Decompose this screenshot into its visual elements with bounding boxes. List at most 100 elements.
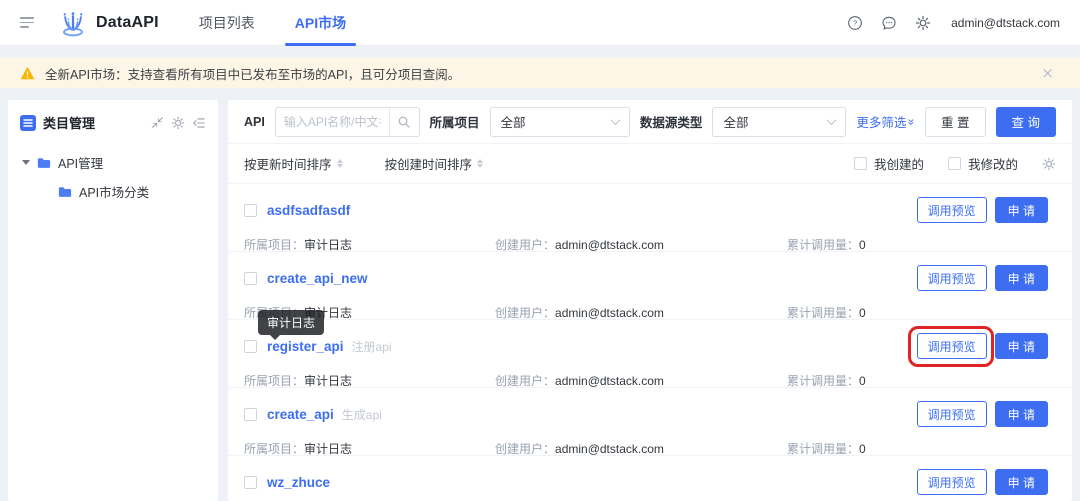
modified-by-me-checkbox[interactable] xyxy=(947,157,961,170)
apply-button[interactable]: 申 请 xyxy=(994,333,1048,359)
api-search-box xyxy=(274,106,420,137)
creator-meta-value: admin@dtstack.com xyxy=(555,238,664,252)
api-name-link[interactable]: create_api xyxy=(267,407,334,422)
sort-by-create-label: 按创建时间排序 xyxy=(384,158,473,172)
category-sidebar: 类目管理 API管理 API市场分类 xyxy=(8,100,218,501)
project-meta-value: 审计日志 xyxy=(304,442,353,456)
creator-meta-label: 创建用户： xyxy=(495,238,556,252)
api-row: create_api 生成api 调用预览 申 请 所属项目：审计日志 创建用户… xyxy=(228,388,1072,456)
row-checkbox[interactable] xyxy=(244,475,257,489)
menu-icon[interactable] xyxy=(20,14,36,31)
category-list-icon xyxy=(20,114,36,131)
apply-button[interactable]: 申 请 xyxy=(994,401,1048,427)
top-navbar: DataAPI 项目列表 API市场 ? admin@dtstack.com xyxy=(0,0,1080,46)
collapse-diagonal-icon[interactable] xyxy=(151,116,164,129)
row-checkbox[interactable] xyxy=(244,407,257,421)
creator-meta-label: 创建用户： xyxy=(495,374,556,388)
search-button[interactable] xyxy=(388,107,419,136)
sort-bar: 按更新时间排序 按创建时间排序 我创建的 我修改的 xyxy=(228,144,1072,184)
close-icon[interactable]: × xyxy=(1041,58,1054,88)
calls-meta-label: 累计调用量： xyxy=(787,238,860,252)
project-meta-value: 审计日志 xyxy=(304,238,353,252)
alert-text: 全新API市场：支持查看所有项目中已发布至市场的API，且可分项目查阅。 xyxy=(45,67,461,82)
creator-meta-value: admin@dtstack.com xyxy=(555,442,664,456)
row-checkbox[interactable] xyxy=(244,271,257,285)
creator-meta-label: 创建用户： xyxy=(495,442,556,456)
svg-text:?: ? xyxy=(853,18,857,27)
apply-button[interactable]: 申 请 xyxy=(994,469,1048,495)
help-icon[interactable]: ? xyxy=(847,15,863,31)
sidebar-gear-icon[interactable] xyxy=(171,116,185,130)
api-name-link[interactable]: create_api_new xyxy=(267,271,368,286)
api-market-main: API 所属项目 全部 数据源类型 全部 更 xyxy=(228,100,1072,501)
api-row: wz_zhuce 调用预览 申 请 所属项目：审计日志 创建用户：admin@d… xyxy=(228,456,1072,501)
settings-gear-icon[interactable] xyxy=(915,15,931,31)
tree-node-api-market-category[interactable]: API市场分类 xyxy=(56,177,206,206)
sidebar-title: 类目管理 xyxy=(43,116,96,131)
api-row: asdfsadfasdf 调用预览 申 请 所属项目：审计日志 创建用户：adm… xyxy=(228,184,1072,252)
sort-by-create[interactable]: 按创建时间排序 xyxy=(385,154,484,173)
project-meta-label: 所属项目： xyxy=(244,374,305,388)
preview-button[interactable]: 调用预览 xyxy=(916,469,987,495)
list-settings-gear-icon[interactable] xyxy=(1042,157,1056,171)
calls-meta-value: 0 xyxy=(859,238,866,252)
api-name-link[interactable]: wz_zhuce xyxy=(267,475,330,490)
double-chevron-down-icon: » xyxy=(904,118,919,125)
caret-down-icon[interactable] xyxy=(22,160,30,165)
row-checkbox[interactable] xyxy=(244,339,257,353)
api-name-link[interactable]: register_api xyxy=(267,339,344,354)
project-select[interactable]: 全部 xyxy=(489,106,630,137)
folder-icon xyxy=(58,186,72,197)
fountain-logo-icon xyxy=(63,11,83,36)
calls-meta-label: 累计调用量： xyxy=(787,306,860,320)
query-button[interactable]: 查 询 xyxy=(995,106,1056,137)
sort-by-update[interactable]: 按更新时间排序 xyxy=(244,154,343,173)
created-by-me-label: 我创建的 xyxy=(873,158,924,172)
modified-by-me-label: 我修改的 xyxy=(967,158,1018,172)
datasource-select[interactable]: 全部 xyxy=(712,106,847,137)
fold-panel-icon[interactable] xyxy=(192,116,206,130)
api-search-input[interactable] xyxy=(275,114,389,129)
more-filters-link[interactable]: 更多筛选 » xyxy=(856,112,919,131)
tab-project-list[interactable]: 项目列表 xyxy=(199,0,255,46)
project-tooltip: 审计日志 xyxy=(258,310,325,340)
user-email[interactable]: admin@dtstack.com xyxy=(951,16,1060,30)
tree-node-label: API市场分类 xyxy=(79,186,150,200)
preview-button[interactable]: 调用预览 xyxy=(916,265,987,291)
creator-meta-label: 创建用户： xyxy=(495,306,556,320)
api-name-link[interactable]: asdfsadfasdf xyxy=(267,203,350,218)
chevron-down-icon xyxy=(610,115,621,126)
message-icon[interactable] xyxy=(881,15,897,31)
preview-button[interactable]: 调用预览 xyxy=(916,401,987,427)
apply-button[interactable]: 申 请 xyxy=(994,197,1048,223)
sorter-icon xyxy=(477,159,484,168)
api-subtitle: 注册api xyxy=(351,339,392,354)
more-filters-label: 更多筛选 xyxy=(856,116,907,130)
api-filter-label: API xyxy=(244,114,265,129)
preview-button[interactable]: 调用预览 xyxy=(916,197,987,223)
modified-by-me-filter[interactable]: 我修改的 xyxy=(947,154,1018,173)
api-subtitle: 生成api xyxy=(341,407,382,422)
calls-meta-value: 0 xyxy=(859,442,866,456)
project-select-value: 全部 xyxy=(500,116,526,130)
project-meta-label: 所属项目： xyxy=(244,442,305,456)
api-row: 审计日志 register_api 注册api 调用预览 申 请 所属项目：审计… xyxy=(228,310,1072,388)
warning-icon xyxy=(20,66,35,80)
tree-node-api-management[interactable]: API管理 xyxy=(20,148,206,177)
preview-button[interactable]: 调用预览 xyxy=(916,333,987,359)
created-by-me-filter[interactable]: 我创建的 xyxy=(853,154,924,173)
sorter-icon xyxy=(336,159,343,168)
reset-button[interactable]: 重 置 xyxy=(925,106,986,137)
tree-node-label: API管理 xyxy=(58,157,104,171)
project-filter-label: 所属项目 xyxy=(429,116,480,130)
tab-api-market[interactable]: API市场 xyxy=(284,0,357,46)
row-checkbox[interactable] xyxy=(244,203,257,217)
project-meta-value: 审计日志 xyxy=(304,374,353,388)
apply-button[interactable]: 申 请 xyxy=(994,265,1048,291)
product-name: DataAPI xyxy=(96,13,159,31)
calls-meta-value: 0 xyxy=(859,306,866,320)
datasource-select-value: 全部 xyxy=(723,116,749,130)
created-by-me-checkbox[interactable] xyxy=(853,157,867,170)
project-meta-label: 所属项目： xyxy=(244,238,305,252)
creator-meta-value: admin@dtstack.com xyxy=(555,306,664,320)
